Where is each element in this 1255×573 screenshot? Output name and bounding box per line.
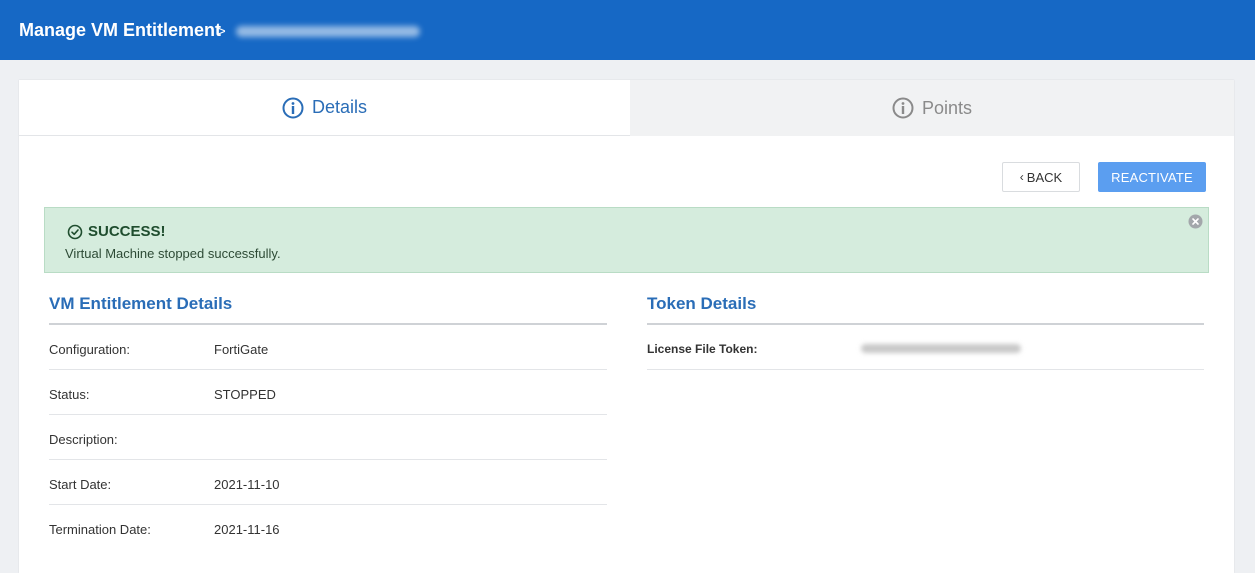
- back-button[interactable]: ‹ BACK: [1002, 162, 1080, 192]
- detail-value: 2021-11-16: [214, 522, 280, 537]
- detail-row-start-date: Start Date: 2021-11-10: [49, 460, 607, 505]
- back-button-label: BACK: [1026, 169, 1063, 185]
- license-token-value-redacted: [861, 344, 1021, 353]
- vm-details-title: VM Entitlement Details: [49, 294, 233, 313]
- detail-label: Description:: [49, 432, 118, 447]
- detail-value: STOPPED: [214, 387, 276, 402]
- alert-message: Virtual Machine stopped successfully.: [65, 246, 281, 261]
- page-title: Manage VM Entitlement: [19, 20, 222, 40]
- token-label: License File Token:: [647, 342, 758, 356]
- detail-row-configuration: Configuration: FortiGate: [49, 325, 607, 370]
- detail-row-status: Status: STOPPED: [49, 370, 607, 415]
- token-details-title: Token Details: [647, 294, 757, 313]
- detail-label: Status:: [49, 387, 90, 402]
- alert-title: SUCCESS!: [88, 223, 166, 240]
- detail-label: Termination Date:: [49, 522, 151, 537]
- detail-label: Configuration:: [49, 342, 130, 357]
- tab-points-label: Points: [921, 97, 973, 118]
- top-header: Manage VM Entitlement >: [0, 0, 1255, 60]
- entitlement-card: Details Points ‹ BACK REACTIVATE SUCCESS…: [19, 80, 1234, 573]
- detail-value: FortiGate: [214, 342, 269, 357]
- breadcrumb-separator: >: [217, 23, 226, 40]
- detail-row-description: Description:: [49, 415, 607, 460]
- token-row-license-file: License File Token:: [647, 325, 1204, 370]
- info-icon: [892, 97, 914, 119]
- success-alert: SUCCESS! Virtual Machine stopped success…: [44, 207, 1209, 273]
- tab-details[interactable]: Details: [19, 80, 630, 136]
- tab-details-label: Details: [311, 97, 368, 117]
- check-circle-icon: [67, 224, 83, 240]
- breadcrumb-entitlement-id-redacted[interactable]: [236, 26, 420, 37]
- chevron-left-icon: ‹: [1019, 170, 1024, 184]
- tab-bar: Details Points: [19, 80, 1234, 136]
- detail-row-termination-date: Termination Date: 2021-11-16: [49, 505, 607, 550]
- info-icon: [282, 97, 304, 118]
- reactivate-button[interactable]: REACTIVATE: [1098, 162, 1206, 192]
- close-circle-icon[interactable]: [1188, 214, 1203, 229]
- detail-label: Start Date:: [49, 477, 112, 492]
- detail-value: 2021-11-10: [214, 477, 280, 492]
- tab-points[interactable]: Points: [630, 80, 1234, 136]
